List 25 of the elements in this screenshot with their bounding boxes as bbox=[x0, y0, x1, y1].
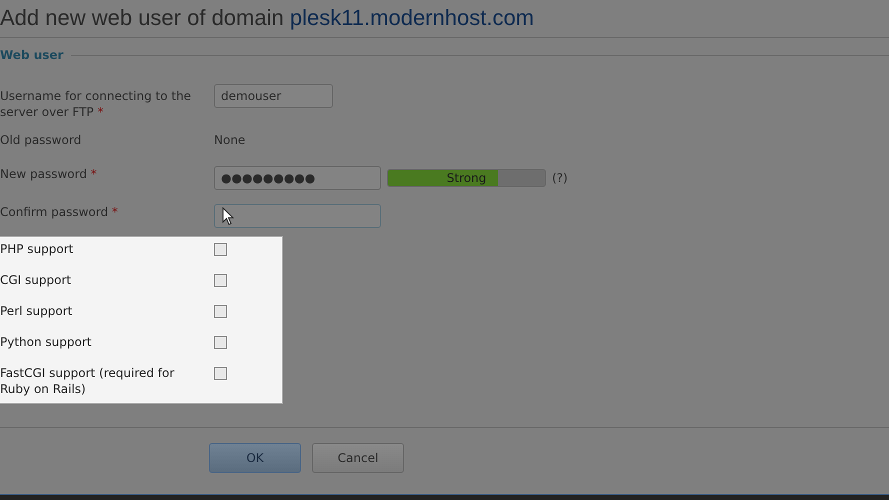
checkbox[interactable] bbox=[214, 367, 227, 380]
checkbox[interactable] bbox=[214, 336, 227, 349]
checkbox[interactable] bbox=[214, 274, 227, 287]
username-field[interactable]: demouser bbox=[214, 84, 333, 108]
mouse-cursor-icon bbox=[222, 207, 234, 226]
strength-label: Strong bbox=[446, 170, 488, 186]
option-label: PHP support bbox=[0, 241, 74, 257]
password-field[interactable] bbox=[214, 204, 381, 228]
checkbox[interactable] bbox=[214, 305, 227, 318]
option-label: FastCGI support (required for Ruby on Rails) bbox=[0, 365, 176, 397]
field-label: Old password bbox=[0, 133, 82, 147]
field-value: None bbox=[214, 132, 246, 148]
option-label: CGI support bbox=[0, 272, 72, 288]
option-label: Python support bbox=[0, 334, 92, 350]
page-title: Add new web user of domain plesk11.modernhost.com bbox=[0, 0, 889, 38]
field-label: Username for connecting to the server over FTP * bbox=[0, 89, 192, 119]
field-label: Confirm password * bbox=[0, 205, 118, 219]
ok-button[interactable]: OK bbox=[209, 443, 301, 473]
section-title: Web user bbox=[0, 47, 64, 64]
field-label: New password * bbox=[0, 167, 97, 181]
password-field[interactable]: ●●●●●●●●● bbox=[214, 166, 381, 190]
checkbox[interactable] bbox=[214, 243, 227, 256]
cancel-button[interactable]: Cancel bbox=[312, 443, 404, 473]
help-link[interactable]: (?) bbox=[552, 166, 568, 190]
option-label: Perl support bbox=[0, 303, 74, 319]
